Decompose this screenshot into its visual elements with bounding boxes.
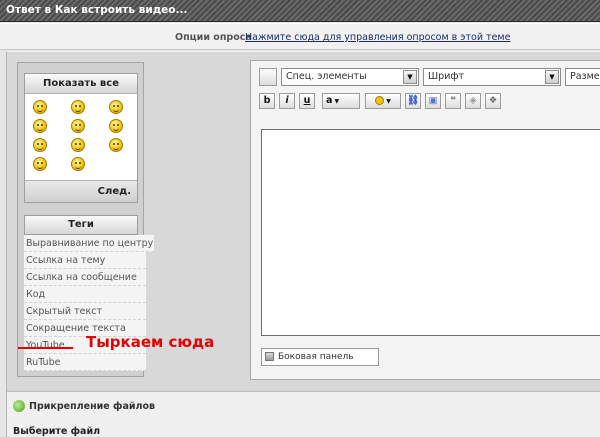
- tag-hidden-text[interactable]: Скрытый текст: [24, 303, 146, 320]
- quote-icon: ❝: [450, 95, 456, 106]
- poll-options-bar: Опции опроса Нажмите сюда для управления…: [0, 23, 600, 50]
- tag-code[interactable]: Код: [24, 286, 146, 303]
- choose-file-label: Выберите файл: [13, 426, 101, 437]
- panel-icon: [265, 352, 274, 361]
- chevron-down-icon: ▼: [545, 70, 559, 84]
- bold-button[interactable]: b: [259, 93, 275, 109]
- chevron-down-icon: ▼: [332, 98, 340, 105]
- media-button[interactable]: ❖: [485, 93, 501, 109]
- surprised-icon[interactable]: [33, 119, 47, 133]
- laugh-icon[interactable]: [109, 119, 123, 133]
- smiley-insert-button[interactable]: ▼: [365, 93, 401, 109]
- attachments-section: Прикрепление файлов Выберите файл: [6, 391, 600, 437]
- blush-icon[interactable]: [71, 119, 85, 133]
- image-icon: ▣: [428, 95, 438, 106]
- smiley-icon: [375, 96, 385, 105]
- remove-format-icon[interactable]: [259, 68, 277, 86]
- underline-button[interactable]: u: [299, 93, 315, 109]
- annotation-text: Тыркаем сюда: [86, 333, 215, 351]
- attachments-header[interactable]: Прикрепление файлов: [13, 400, 155, 412]
- tag-center-align[interactable]: Выравнивание по центру: [24, 235, 154, 252]
- left-column: Показать все След. Теги Выравнивание по …: [17, 62, 154, 377]
- tag-thread-link[interactable]: Ссылка на тему: [24, 252, 146, 269]
- attach-icon: [13, 400, 25, 412]
- window-titlebar: Ответ в Как встроить видео...: [0, 0, 600, 22]
- smile-icon[interactable]: [33, 100, 47, 114]
- spoiler-button[interactable]: ◈: [465, 93, 481, 109]
- poll-manage-link[interactable]: Нажмите сюда для управления опросом в эт…: [245, 32, 510, 43]
- italic-button[interactable]: i: [279, 93, 295, 109]
- editor-toolbar-top: Спец. элементы▼ Шрифт▼ Размер: [259, 68, 600, 88]
- tongue-icon[interactable]: [109, 138, 123, 152]
- link-icon: ⛓: [406, 95, 420, 106]
- happy-icon[interactable]: [33, 157, 47, 171]
- biggrin-icon[interactable]: [33, 138, 47, 152]
- link-button[interactable]: ⛓: [405, 93, 421, 109]
- cheerful-icon[interactable]: [71, 157, 85, 171]
- tag-post-link[interactable]: Ссылка на сообщение: [24, 269, 146, 286]
- message-editor: Спец. элементы▼ Шрифт▼ Размер b i u a ▼ …: [250, 60, 600, 380]
- image-button[interactable]: ▣: [425, 93, 441, 109]
- poll-options-label: Опции опроса: [175, 32, 252, 43]
- smileys-next-button[interactable]: След.: [25, 180, 137, 202]
- window-title: Ответ в Как встроить видео...: [6, 4, 188, 16]
- chevron-down-icon: ▼: [384, 98, 391, 105]
- grin-icon[interactable]: [109, 100, 123, 114]
- message-textarea[interactable]: [261, 129, 600, 336]
- size-select[interactable]: Размер: [565, 68, 600, 86]
- text-size-button[interactable]: a ▼: [322, 93, 360, 109]
- special-elements-select[interactable]: Спец. элементы ▼: [281, 68, 419, 86]
- cool-icon[interactable]: [71, 138, 85, 152]
- annotation-underline: [18, 347, 73, 349]
- spoiler-icon: ◈: [469, 95, 477, 106]
- media-icon: ❖: [488, 95, 498, 106]
- show-all-smileys-button[interactable]: Показать все: [25, 74, 137, 94]
- quote-button[interactable]: ❝: [445, 93, 461, 109]
- smiley-panel: Показать все След.: [24, 73, 138, 203]
- wink-icon[interactable]: [71, 100, 85, 114]
- tag-rutube[interactable]: RuTube: [24, 354, 146, 371]
- font-select[interactable]: Шрифт ▼: [423, 68, 561, 86]
- chevron-down-icon: ▼: [403, 70, 417, 84]
- tags-header: Теги: [24, 215, 138, 235]
- side-panel-button[interactable]: Боковая панель: [261, 348, 379, 366]
